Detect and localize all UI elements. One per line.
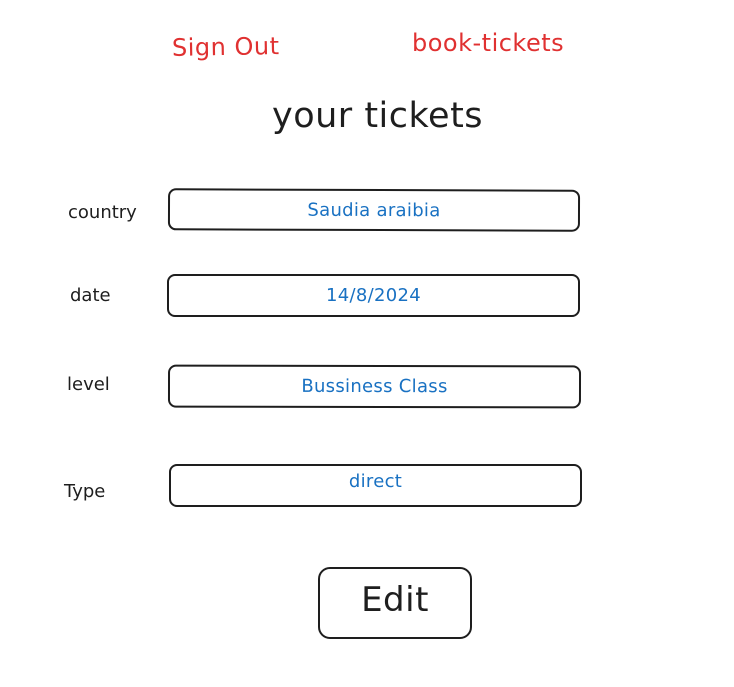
edit-button-label: Edit xyxy=(361,580,429,620)
country-value: Saudia araibia xyxy=(307,199,441,221)
type-value: direct xyxy=(348,471,403,492)
level-field[interactable]: Bussiness Class xyxy=(167,364,582,409)
country-field[interactable]: Saudia araibia xyxy=(167,188,581,232)
edit-button[interactable]: Edit xyxy=(318,567,472,639)
type-field[interactable]: direct xyxy=(169,464,582,507)
book-tickets-link[interactable]: book-tickets xyxy=(412,29,564,57)
date-label: date xyxy=(70,285,111,306)
date-field[interactable]: 14/8/2024 xyxy=(167,274,580,317)
type-label: Type xyxy=(64,481,106,502)
sign-out-link[interactable]: Sign Out xyxy=(172,32,280,62)
level-label: level xyxy=(67,374,110,395)
country-label: country xyxy=(68,202,137,223)
level-value: Bussiness Class xyxy=(301,375,448,398)
date-value: 14/8/2024 xyxy=(326,285,421,306)
page-title: your tickets xyxy=(272,96,484,136)
